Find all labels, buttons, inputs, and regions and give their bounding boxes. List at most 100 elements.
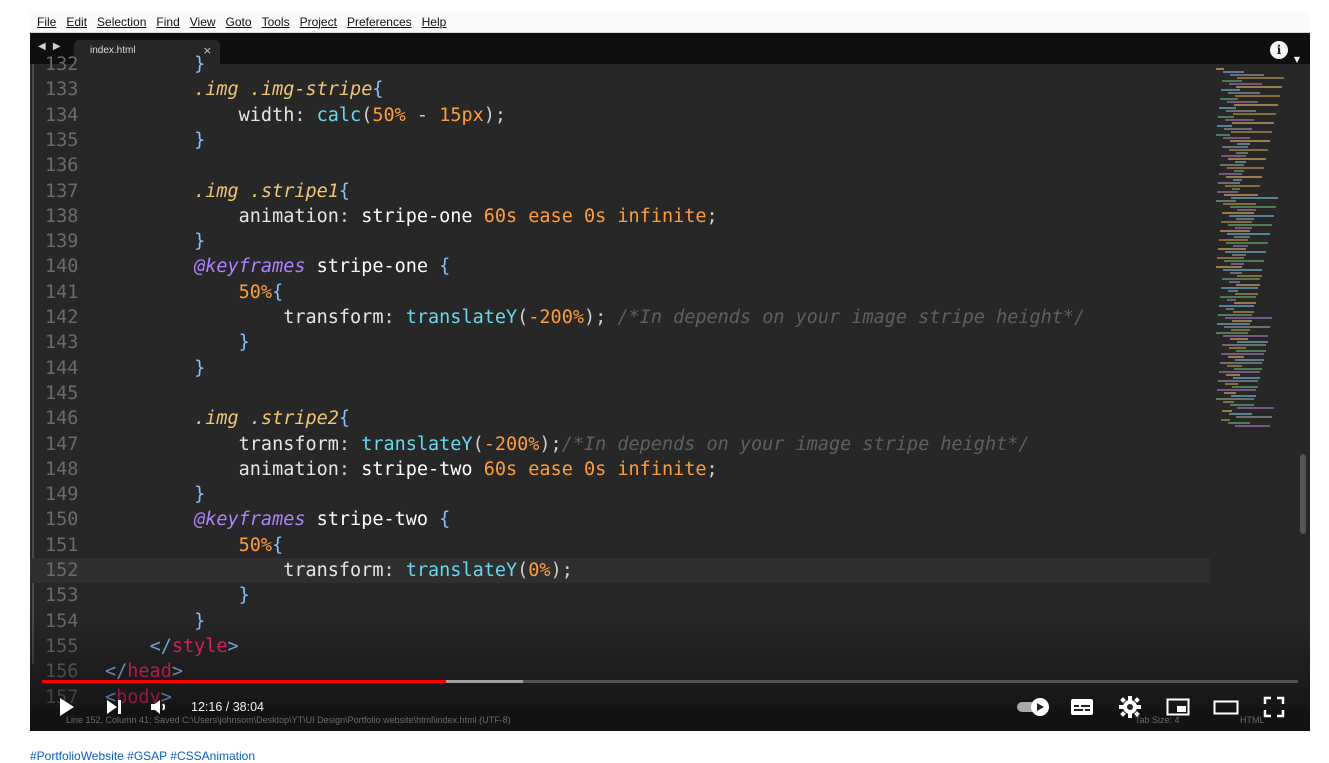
code-token: translateY [405, 307, 518, 328]
minimap-line [1222, 344, 1266, 346]
minimap-line [1221, 155, 1246, 157]
code-line: 133 .img .img-stripe{ [30, 77, 1210, 102]
menu-item-goto[interactable]: Goto [226, 15, 252, 29]
minimap-line [1228, 224, 1272, 226]
next-button[interactable] [98, 693, 130, 721]
minimap-line [1216, 266, 1242, 268]
code-token: translateY [405, 560, 518, 581]
minimap-line [1231, 395, 1256, 397]
minimap-line [1233, 377, 1260, 379]
minimap-line [1230, 338, 1248, 340]
code-token: infinite [617, 205, 707, 227]
code-token: /*In depends on your image stripe height… [617, 307, 1086, 328]
minimap-line [1216, 200, 1236, 202]
line-code: transform: translateY(0%); [105, 558, 573, 583]
menu-item-project[interactable]: Project [300, 15, 337, 29]
menu-item-help[interactable]: Help [422, 15, 447, 29]
minimap-line [1216, 134, 1230, 136]
menu-item-tools[interactable]: Tools [262, 15, 290, 29]
minimap-line [1233, 245, 1248, 247]
info-caret-icon: ▼ [1293, 55, 1300, 64]
code-line: 142 transform: translateY(-200%); /*In d… [30, 305, 1210, 330]
minimap-line [1236, 218, 1254, 220]
minimap-line [1236, 284, 1260, 286]
code-token: stripe-one [361, 205, 473, 227]
progress-bar[interactable] [42, 680, 1298, 683]
subtitles-button[interactable] [1066, 693, 1098, 721]
code-token: } [194, 610, 206, 632]
line-number: 134 [45, 104, 79, 126]
video-player[interactable]: File Edit Selection Find View Goto Tools Projec… [30, 12, 1310, 731]
menu-item-selection[interactable]: Selection [97, 15, 146, 29]
line-code: @keyframes stripe-one { [105, 254, 450, 279]
status-text: Line 152, Column 41; Saved C:\Users\john… [66, 715, 511, 725]
line-number: 148 [45, 458, 79, 480]
editor-scrollbar[interactable] [1300, 454, 1306, 534]
play-button[interactable] [50, 693, 82, 721]
minimap-line [1228, 422, 1250, 424]
minimap-line [1222, 80, 1242, 82]
code-token: - [405, 104, 440, 126]
minimap-line [1235, 293, 1258, 295]
tab-nav-arrows[interactable]: ◀ ▶ [38, 41, 63, 52]
autoplay-toggle[interactable] [1014, 693, 1054, 721]
minimap-line [1224, 128, 1252, 130]
code-line: 147 transform: translateY(-200%);/*In de… [30, 432, 1210, 457]
menu-item-view[interactable]: View [190, 15, 216, 29]
minimap-line [1234, 236, 1250, 238]
minimap-line [1236, 350, 1266, 352]
menu-item-find[interactable]: Find [156, 15, 179, 29]
minimap-line [1217, 257, 1244, 259]
code-line: 132 } [30, 52, 1210, 77]
line-number: 146 [45, 408, 79, 430]
settings-button[interactable] [1114, 693, 1146, 721]
minimap-line [1226, 308, 1234, 310]
minimap-line [1216, 332, 1248, 334]
code-editor[interactable]: 132 } 133 .img .img-stripe{134 width: cal… [30, 54, 1310, 731]
minimap-line [1235, 95, 1280, 97]
code-token: -200% [528, 307, 584, 328]
minimap-line [1227, 233, 1270, 235]
menu-item-edit[interactable]: Edit [66, 15, 87, 29]
line-number: 145 [45, 382, 79, 404]
minimap-line [1231, 263, 1244, 265]
volume-button[interactable] [143, 693, 175, 721]
line-code: 50%{ [105, 533, 284, 558]
code-token: translateY [361, 433, 473, 455]
code-token: ); [550, 560, 573, 581]
code-token: } [194, 484, 206, 506]
code-token: style [171, 635, 228, 657]
theater-mode-button[interactable] [1210, 693, 1242, 721]
minimap-line [1228, 158, 1266, 160]
minimap-line [1234, 368, 1262, 370]
code-token: @keyframes [194, 256, 306, 278]
code-token: { [338, 408, 351, 430]
menu-item-preferences[interactable]: Preferences [347, 15, 412, 29]
minimap-line [1222, 278, 1260, 280]
miniplayer-button[interactable] [1162, 693, 1194, 721]
minimap-line [1232, 122, 1274, 124]
minimap[interactable] [1210, 64, 1300, 444]
code-line: 141 50%{ [30, 280, 1210, 305]
menu-item-file[interactable]: File [37, 15, 56, 29]
fullscreen-button[interactable] [1258, 693, 1290, 721]
code-line: 154 } [30, 609, 1210, 634]
info-icon[interactable]: i [1270, 41, 1288, 59]
code-line: 136 [30, 153, 1210, 178]
code-token: } [238, 585, 250, 607]
minimap-line [1226, 176, 1262, 178]
code-token: : [338, 458, 362, 480]
line-code: .img .stripe2{ [105, 406, 350, 431]
code-token: } [194, 231, 206, 253]
minimap-line [1221, 353, 1264, 355]
play-icon [60, 698, 74, 716]
